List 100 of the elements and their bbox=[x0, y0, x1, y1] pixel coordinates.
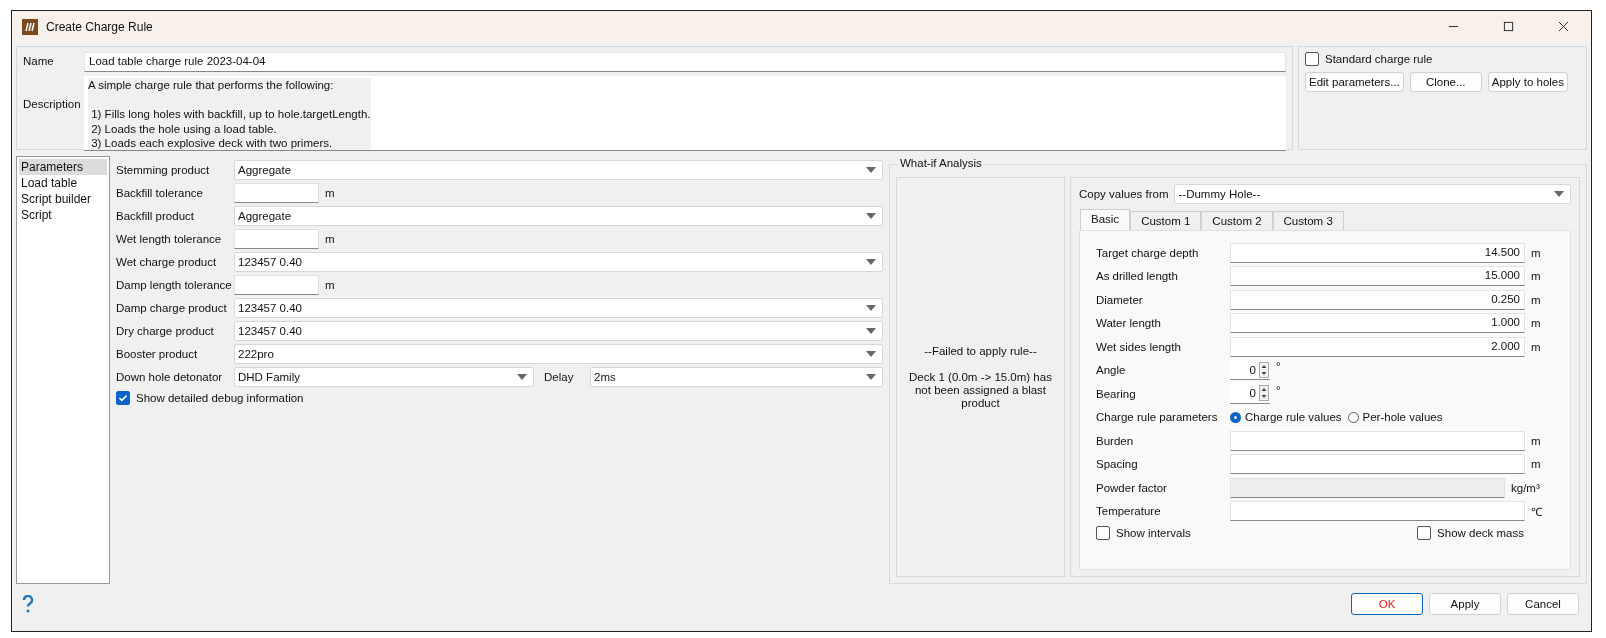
field-label: Burden bbox=[1096, 434, 1135, 447]
checkmark-icon bbox=[117, 392, 129, 404]
dialog-button[interactable]: OK bbox=[1351, 593, 1423, 615]
checkbox[interactable] bbox=[116, 391, 130, 405]
dropdown[interactable]: 123457 0.40 bbox=[234, 320, 883, 341]
sidebar-item[interactable]: Load table bbox=[19, 175, 107, 191]
input-field[interactable] bbox=[1230, 454, 1525, 475]
dropdown[interactable]: 123457 0.40 bbox=[234, 251, 883, 272]
dropdown[interactable]: 123457 0.40 bbox=[234, 297, 883, 318]
unit-label: kg/m³ bbox=[1511, 481, 1540, 494]
field-label: Temperature bbox=[1096, 505, 1162, 518]
unit-label: m bbox=[325, 186, 335, 199]
spin-arrows-icon[interactable] bbox=[1259, 385, 1269, 402]
field-label: Angle bbox=[1096, 364, 1127, 377]
checkbox-label: Standard charge rule bbox=[1325, 53, 1433, 65]
field-label: Target charge depth bbox=[1096, 246, 1200, 259]
app-logo-icon bbox=[22, 18, 38, 35]
field-label: Spacing bbox=[1096, 458, 1139, 471]
group-title: What-if Analysis bbox=[898, 157, 984, 169]
field-label: Wet charge product bbox=[116, 255, 218, 268]
name-field[interactable]: Load table charge rule 2023-04-04 bbox=[84, 52, 1286, 72]
checkbox-label: Show detailed debug information bbox=[136, 392, 304, 404]
help-icon[interactable] bbox=[22, 595, 34, 613]
dialog-button[interactable]: Apply bbox=[1429, 593, 1501, 615]
unit-label: m bbox=[325, 278, 335, 291]
unit-label: m bbox=[1531, 434, 1541, 447]
sidebar-item[interactable]: Script builder bbox=[19, 191, 107, 207]
input-field[interactable]: 15.000 bbox=[1230, 266, 1525, 287]
radio-button[interactable] bbox=[1230, 411, 1241, 423]
description-label: Description bbox=[23, 97, 82, 110]
input-field[interactable] bbox=[1230, 501, 1525, 522]
dialog-button[interactable]: Cancel bbox=[1507, 593, 1579, 615]
input-field[interactable]: 1.000 bbox=[1230, 313, 1525, 334]
field-label: Down hole detonator bbox=[116, 370, 224, 383]
unit-label: m bbox=[1531, 270, 1541, 283]
unit-label: ℃ bbox=[1531, 504, 1542, 519]
caret-icon bbox=[866, 373, 876, 380]
radio-label: Per-hole values bbox=[1362, 411, 1443, 424]
tab[interactable]: Custom 2 bbox=[1201, 211, 1273, 230]
window-title: Create Charge Rule bbox=[46, 19, 153, 34]
unit-label: ° bbox=[1276, 360, 1281, 373]
radio-label: Charge rule values bbox=[1245, 411, 1342, 424]
caret-icon bbox=[1554, 191, 1564, 197]
input-field[interactable] bbox=[234, 182, 319, 203]
checkbox[interactable] bbox=[1417, 526, 1432, 540]
caret-icon bbox=[866, 166, 876, 173]
action-button[interactable]: Edit parameters... bbox=[1305, 72, 1404, 92]
tab[interactable]: Custom 3 bbox=[1272, 211, 1344, 230]
spin-box[interactable]: 0 bbox=[1230, 360, 1270, 381]
dropdown[interactable]: --Dummy Hole-- bbox=[1174, 184, 1571, 204]
field-label: Charge rule parameters bbox=[1096, 411, 1219, 424]
input-field[interactable] bbox=[234, 228, 319, 249]
sidebar-item[interactable]: Parameters bbox=[19, 159, 107, 175]
field-label: Wet length tolerance bbox=[116, 232, 223, 245]
dropdown[interactable]: 2ms bbox=[590, 366, 883, 387]
spin-box[interactable]: 0 bbox=[1230, 383, 1270, 404]
unit-label: m bbox=[1531, 340, 1541, 353]
name-label: Name bbox=[23, 54, 55, 67]
dropdown[interactable]: DHD Family bbox=[234, 366, 534, 387]
checkbox[interactable] bbox=[1096, 526, 1110, 540]
field-label: Wet sides length bbox=[1096, 340, 1182, 353]
checkbox[interactable] bbox=[1305, 52, 1319, 66]
dropdown[interactable]: Aggregate bbox=[234, 205, 883, 226]
sidebar-item[interactable]: Script bbox=[19, 207, 107, 223]
input-field[interactable]: 2.000 bbox=[1230, 336, 1525, 357]
field-label: Diameter bbox=[1096, 293, 1144, 306]
caret-icon bbox=[866, 327, 876, 334]
input-field[interactable]: 14.500 bbox=[1230, 242, 1525, 263]
input-field[interactable] bbox=[1230, 430, 1525, 451]
description-field[interactable]: A simple charge rule that performs the following: 1) Fills long holes with backfill, up to hole.targetLength. 2) Loads the hole using a load table. 3) Loads each explosive deck with two primers. bbox=[84, 76, 1286, 151]
unit-label: m bbox=[1531, 246, 1541, 259]
dropdown[interactable]: Aggregate bbox=[234, 159, 883, 180]
action-button[interactable]: Clone... bbox=[1409, 72, 1482, 92]
field-label: Damp length tolerance bbox=[116, 278, 233, 291]
action-button[interactable]: Apply to holes bbox=[1487, 72, 1568, 92]
maximize-icon[interactable] bbox=[1503, 21, 1514, 32]
dropdown[interactable]: 222pro bbox=[234, 343, 883, 364]
caret-icon bbox=[517, 373, 527, 380]
unit-label: m bbox=[1531, 293, 1541, 306]
field-label: Stemming product bbox=[116, 163, 211, 176]
caret-icon bbox=[866, 258, 876, 265]
radio-button[interactable] bbox=[1347, 411, 1359, 423]
field-label: Dry charge product bbox=[116, 324, 215, 337]
tab[interactable]: Basic bbox=[1080, 209, 1131, 230]
tab[interactable]: Custom 1 bbox=[1130, 211, 1202, 230]
close-icon[interactable] bbox=[1558, 21, 1569, 32]
caret-icon bbox=[866, 350, 876, 357]
caret-icon bbox=[866, 212, 876, 219]
description-text: A simple charge rule that performs the following: 1) Fills long holes with backfill, up to hole.targetLength. 2) Loads the hole using a load table. 3) Loads each explosive deck with two primers. bbox=[88, 78, 371, 150]
field-label: Backfill product bbox=[116, 209, 195, 222]
field-label: Powder factor bbox=[1096, 481, 1168, 494]
field-label: As drilled length bbox=[1096, 270, 1179, 283]
result-message: Deck 1 (0.0m -> 15.0m) has not been assigned a blast product bbox=[908, 370, 1053, 410]
spin-arrows-icon[interactable] bbox=[1259, 361, 1269, 378]
caret-icon bbox=[866, 304, 876, 311]
input-field[interactable]: 0.250 bbox=[1230, 289, 1525, 310]
delay-label: Delay bbox=[543, 370, 575, 383]
checkbox-label: Show deck mass bbox=[1437, 527, 1524, 539]
checkbox-label: Show intervals bbox=[1116, 527, 1191, 539]
input-field[interactable] bbox=[234, 274, 319, 295]
